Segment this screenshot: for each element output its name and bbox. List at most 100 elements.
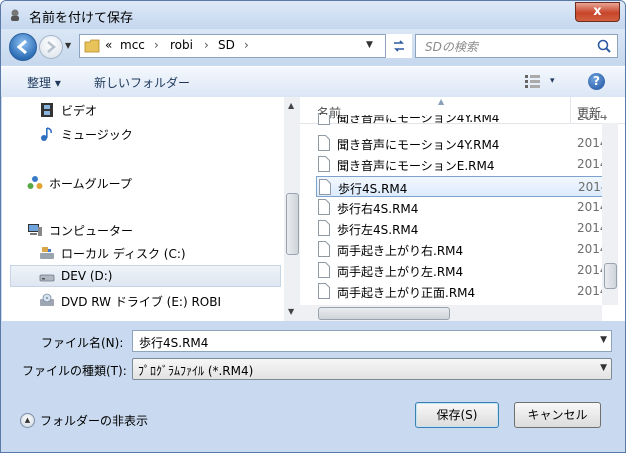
sidebar-item-dvd-e[interactable]: DVD RW ドライブ (E:) ROBI — [2, 290, 284, 312]
file-row[interactable]: 両手起き上がり右.RM4 2014 — [316, 239, 610, 260]
sidebar-item-label: DEV (D:) — [61, 269, 113, 283]
address-bar[interactable]: « mcc › robi › SD › ▼ — [79, 34, 411, 58]
folder-icon — [84, 39, 100, 53]
command-bar: 整理 ▾ 新しいフォルダー ▾ ? — [1, 66, 625, 98]
save-button[interactable]: 保存(S) — [415, 402, 499, 428]
file-row[interactable]: 両手起き上がり正面.RM4 2014 — [316, 281, 610, 302]
file-name: 聞き音声にモーション4Y.RM4 — [337, 115, 500, 125]
file-list-vertical-scrollbar[interactable] — [602, 123, 618, 305]
file-icon — [318, 220, 330, 236]
film-icon — [41, 103, 53, 117]
file-name: 両手起き上がり右.RM4 — [337, 244, 464, 258]
search-icon[interactable] — [596, 38, 612, 54]
sidebar-item-label: ローカル ディスク (C:) — [61, 247, 186, 261]
file-date: 2014 — [577, 115, 608, 123]
file-icon — [319, 179, 331, 195]
file-row-selected[interactable]: 歩行4S.RM4 2014 — [316, 176, 610, 197]
filename-label: ファイル名(N): — [41, 336, 124, 350]
refresh-icon — [394, 40, 404, 52]
arrow-right-icon — [47, 41, 56, 53]
scrollbar-thumb[interactable] — [286, 193, 299, 255]
sidebar-item-label: コンピューター — [49, 224, 134, 238]
file-row[interactable]: 聞き音声にモーションE.RM4 2014 — [316, 154, 610, 175]
title-bar[interactable]: 名前を付けて保存 x — [1, 1, 625, 29]
file-icon — [318, 199, 330, 215]
music-note-icon — [41, 127, 52, 141]
save-as-dialog: 名前を付けて保存 x ▼ « mcc › robi › SD › ▼ SDの検索… — [0, 0, 626, 453]
file-icon — [318, 241, 330, 257]
breadcrumb-overflow[interactable]: « — [105, 38, 112, 52]
file-icon — [318, 262, 330, 278]
help-button[interactable]: ? — [588, 73, 605, 90]
sidebar-item-videos[interactable]: ビデオ — [2, 99, 284, 121]
sidebar-item-local-disk-c[interactable]: ローカル ディスク (C:) — [2, 242, 284, 264]
file-icon — [318, 156, 330, 172]
file-name: 歩行右4S.RM4 — [337, 202, 419, 216]
scroll-up-icon[interactable]: ▲ — [288, 101, 296, 110]
dvd-drive-icon — [40, 293, 54, 306]
address-dropdown-icon[interactable]: ▼ — [366, 40, 373, 50]
file-row[interactable]: 歩行左4S.RM4 2014 — [316, 218, 610, 239]
navigation-bar: ▼ « mcc › robi › SD › ▼ SDの検索 — [1, 29, 625, 65]
breadcrumb-mcc[interactable]: mcc — [120, 38, 145, 52]
breadcrumb-separator-icon[interactable]: › — [154, 38, 159, 52]
file-list-horizontal-scrollbar[interactable] — [300, 305, 602, 321]
hide-folders-label: フォルダーの非表示 — [40, 414, 149, 428]
refresh-button[interactable] — [385, 34, 412, 58]
search-box[interactable]: SDの検索 — [415, 34, 618, 58]
close-button[interactable]: x — [575, 2, 620, 22]
file-icon — [318, 283, 330, 299]
filename-input[interactable]: 歩行4S.RM4 ▼ — [132, 330, 612, 352]
save-form: ファイル名(N): 歩行4S.RM4 ▼ ファイルの種類(T): ﾌﾟﾛｸﾞﾗﾑ… — [1, 321, 625, 452]
homegroup-icon — [27, 176, 43, 189]
sidebar-item-homegroup[interactable]: ホームグループ — [2, 172, 284, 194]
back-button[interactable] — [9, 33, 37, 61]
file-name: 聞き音声にモーション4Y.RM4 — [337, 138, 500, 152]
sidebar-item-label: DVD RW ドライブ (E:) ROBI — [61, 295, 221, 309]
file-name: 聞き音声にモーションE.RM4 — [337, 159, 495, 173]
breadcrumb-sd[interactable]: SD — [218, 38, 235, 52]
scroll-down-icon[interactable]: ▼ — [288, 307, 296, 316]
sidebar-item-label: ビデオ — [61, 104, 98, 118]
sidebar-item-label: ホームグループ — [49, 177, 132, 191]
file-row[interactable]: 歩行右4S.RM4 2014 — [316, 197, 610, 218]
chevron-down-icon[interactable]: ▼ — [600, 363, 607, 373]
cancel-button[interactable]: キャンセル — [514, 402, 601, 428]
window-title: 名前を付けて保存 — [29, 11, 134, 26]
file-row[interactable]: 聞き音声にモーション4Y.RM4 2014 — [316, 115, 610, 129]
computer-icon — [28, 224, 42, 236]
new-folder-button[interactable]: 新しいフォルダー — [94, 74, 190, 91]
arrow-left-icon — [16, 39, 27, 55]
file-name: 両手起き上がり左.RM4 — [337, 265, 464, 279]
chevron-down-icon[interactable]: ▼ — [600, 335, 607, 345]
scrollbar-thumb[interactable] — [318, 307, 450, 320]
hard-disk-icon — [40, 247, 54, 259]
file-name: 歩行左4S.RM4 — [337, 223, 419, 237]
file-name: 両手起き上がり正面.RM4 — [337, 286, 476, 300]
navigation-pane-scrollbar[interactable]: ▲ ▼ — [284, 97, 300, 321]
recent-locations-dropdown[interactable]: ▼ — [65, 41, 75, 51]
file-row[interactable]: 聞き音声にモーション4Y.RM4 2014 — [316, 133, 610, 154]
file-icon — [318, 135, 330, 151]
file-icon — [318, 115, 330, 125]
sidebar-item-label: ミュージック — [61, 128, 133, 142]
sort-ascending-icon: ▲ — [438, 97, 445, 106]
sidebar-item-dev-d[interactable]: DEV (D:) — [10, 265, 281, 287]
file-list: ▲ 名前 更新 聞き音声にモーション4Y.RM4 2014 聞き音声にモーション… — [300, 97, 625, 321]
organize-button[interactable]: 整理 ▾ — [27, 74, 61, 91]
breadcrumb-separator-icon[interactable]: › — [244, 38, 249, 52]
forward-button[interactable] — [39, 35, 63, 59]
breadcrumb-separator-icon[interactable]: › — [204, 38, 209, 52]
sidebar-item-music[interactable]: ミュージック — [2, 123, 284, 145]
scrollbar-thumb[interactable] — [604, 263, 617, 289]
view-list-icon[interactable] — [525, 74, 541, 88]
view-dropdown-icon[interactable]: ▾ — [550, 76, 555, 86]
sidebar-item-computer[interactable]: コンピューター — [2, 219, 284, 241]
filename-value: 歩行4S.RM4 — [139, 336, 209, 350]
search-input[interactable]: SDの検索 — [425, 38, 478, 55]
filetype-select[interactable]: ﾌﾟﾛｸﾞﾗﾑﾌｧｲﾙ (*.RM4) ▼ — [132, 358, 612, 380]
filetype-label: ファイルの種類(T): — [22, 364, 127, 378]
breadcrumb-robi[interactable]: robi — [170, 38, 193, 52]
file-row[interactable]: 両手起き上がり左.RM4 2014 — [316, 260, 610, 281]
app-icon — [11, 9, 19, 21]
